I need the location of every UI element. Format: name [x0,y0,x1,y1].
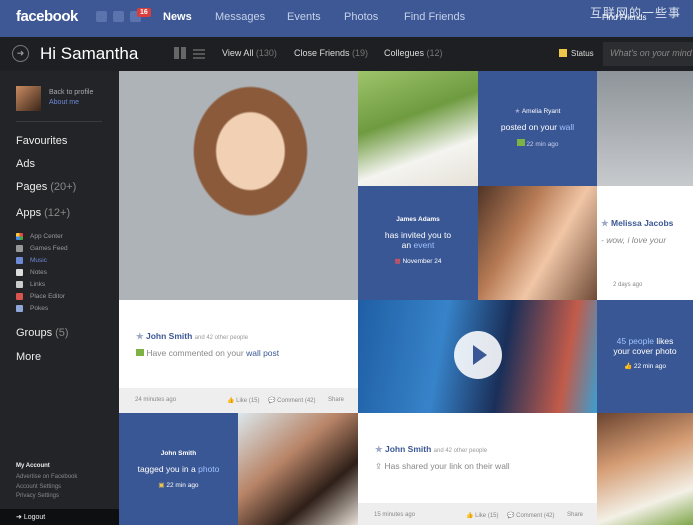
comment-button[interactable]: 💬 Comment (42) [268,397,315,404]
greeting: Hi Samantha [40,44,139,63]
nav-messages[interactable]: Messages [215,11,265,23]
about-me-link[interactable]: About me [49,99,79,106]
featured-photo[interactable] [119,71,358,300]
links-icon [16,281,23,288]
nav-events[interactable]: Events [287,11,321,23]
star-icon: ★ [601,218,609,228]
games-feed-icon [16,245,23,252]
friend-requests-icon[interactable] [96,11,107,22]
facebook-logo[interactable]: facebook [16,8,78,25]
comment-icon [516,139,525,146]
sidebar-item-ads[interactable]: Ads [16,158,35,170]
tile-james-invite[interactable]: James Adams has invited you to an event … [358,186,478,300]
sidebar-item-groups[interactable]: Groups (5) [16,327,69,339]
status-input[interactable]: What's on your mind [603,42,693,66]
footer-advertise[interactable]: Advertise on Facebook [16,474,77,480]
photo-amelia[interactable] [358,71,478,186]
tile-cover-likes[interactable]: 45 people likes your cover photo 👍 22 mi… [597,300,693,413]
sidebar-item-apps[interactable]: Apps (12+) [16,207,70,219]
tile-john-share[interactable]: ★ John Smith and 42 other people ⇪ Has s… [358,413,597,525]
tile-john-comment[interactable]: ★ John Smith and 42 other people Have co… [119,300,358,413]
play-icon [473,345,487,365]
tile-melissa[interactable]: ★ Melissa Jacobs - wow, i love your 2 da… [597,186,693,300]
photo-couple[interactable] [238,413,358,525]
sidebar-place-editor[interactable]: Place Editor [30,293,65,300]
photo-woman-salad[interactable] [597,413,693,525]
sidebar-notes[interactable]: Notes [30,269,47,276]
pokes-icon [16,305,23,312]
back-arrow-icon[interactable]: ➜ [12,45,29,62]
like-button[interactable]: 👍 Like (15) [466,512,498,519]
divider [16,121,102,122]
sidebar-links[interactable]: Links [30,281,45,288]
sidebar-app-center[interactable]: App Center [30,233,63,240]
like-icon: 👍 [623,363,633,370]
nav-find-friends[interactable]: Find Friends [404,11,465,23]
share-button[interactable]: Share [567,512,583,518]
nav-news[interactable]: News [163,11,192,23]
sidebar-music[interactable]: Music [30,257,47,264]
comment-icon [136,349,144,356]
tile-john-tag[interactable]: John Smith tagged you in a photo ▣ 22 mi… [119,413,238,525]
place-editor-icon [16,293,23,300]
grid-view-icon[interactable] [174,47,186,59]
status-icon [559,49,567,57]
star-icon: ★ [136,331,144,341]
share-button[interactable]: Share [328,397,344,403]
footer-privacy-settings[interactable]: Privacy Settings [16,493,59,499]
photo-top-right[interactable] [597,71,693,186]
tab-view-all[interactable]: View All (130) [222,48,277,58]
back-to-profile-link[interactable]: Back to profile [49,89,93,96]
sidebar-pokes[interactable]: Pokes [30,305,48,312]
star-icon: ★ [375,444,383,454]
wall-post-link[interactable]: wall post [246,348,279,358]
messages-icon[interactable] [113,11,124,22]
photo-friends[interactable] [478,186,597,300]
logout-button[interactable]: ➜ Logout [0,509,119,525]
status-button[interactable]: Status [571,49,594,58]
watermark-sub: Find Friends [602,13,647,22]
music-icon [16,257,23,264]
tab-collegues[interactable]: Collegues (12) [384,48,443,58]
sidebar-item-pages[interactable]: Pages (20+) [16,181,76,193]
event-link[interactable]: event [414,240,435,250]
wall-link[interactable]: wall [559,122,574,132]
footer-my-account: My Account [16,463,50,469]
nav-photos[interactable]: Photos [344,11,378,23]
sidebar-item-more[interactable]: More [16,351,41,363]
tab-close-friends[interactable]: Close Friends (19) [294,48,368,58]
footer-account-settings[interactable]: Account Settings [16,484,61,490]
notification-badge: 16 [137,8,151,17]
share-icon: ⇪ [375,461,383,471]
tile-amelia-post[interactable]: ★ Amelia Ryant posted on your wall 22 mi… [478,71,597,186]
photo-link[interactable]: photo [198,464,219,474]
sidebar-games-feed[interactable]: Games Feed [30,245,68,252]
comment-button[interactable]: 💬 Comment (42) [507,512,554,519]
star-icon: ★ [514,108,521,115]
app-center-icon [16,233,23,240]
calendar-icon: ▦ [394,258,401,265]
notes-icon [16,269,23,276]
sidebar-item-favourites[interactable]: Favourites [16,135,67,147]
list-view-icon[interactable] [193,47,205,59]
like-button[interactable]: 👍 Like (15) [227,397,259,404]
photo-icon: ▣ [158,482,165,489]
avatar[interactable] [16,86,41,111]
